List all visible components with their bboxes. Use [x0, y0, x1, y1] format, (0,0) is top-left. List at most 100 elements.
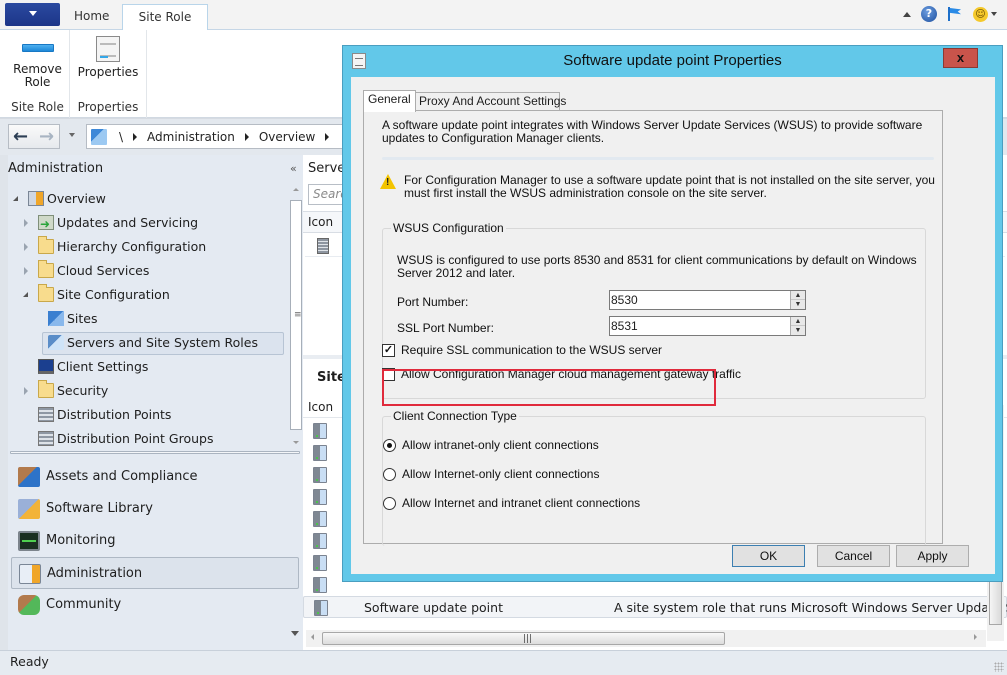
- tree-item-site-configuration[interactable]: Site Configuration: [8, 283, 288, 307]
- chevron-down-icon[interactable]: ▼: [791, 326, 805, 335]
- history-dropdown-icon[interactable]: [69, 133, 75, 137]
- tree-item-cloud-services[interactable]: Cloud Services: [8, 259, 288, 283]
- workspace-monitoring[interactable]: Monitoring: [8, 525, 298, 557]
- arrow-left-icon[interactable]: ←: [13, 127, 28, 147]
- tree-item-label: Hierarchy Configuration: [57, 239, 207, 254]
- tree-item-sites[interactable]: Sites: [8, 307, 288, 331]
- breadcrumb-separator-icon[interactable]: [133, 132, 138, 141]
- tree-item-hierarchy-configuration[interactable]: Hierarchy Configuration: [8, 235, 288, 259]
- breadcrumb-item[interactable]: Overview: [259, 130, 316, 144]
- workspace-community[interactable]: Community: [8, 589, 298, 621]
- tree-item-label: Servers and Site System Roles: [67, 335, 258, 350]
- chevron-down-icon[interactable]: [991, 12, 997, 16]
- tree-item-servers-and-site-system-roles[interactable]: Servers and Site System Roles: [8, 331, 288, 355]
- smiley-feedback-icon[interactable]: ☺: [973, 6, 988, 22]
- cancel-button[interactable]: Cancel: [817, 545, 890, 567]
- scroll-left-icon[interactable]: [311, 634, 314, 640]
- annotation-highlight: [382, 369, 716, 406]
- radio-label[interactable]: Allow Internet and intranet client conne…: [402, 497, 640, 510]
- horizontal-scrollbar[interactable]: |||: [306, 630, 986, 647]
- remove-role-button[interactable]: Remove Role: [6, 34, 69, 89]
- expand-closed-icon[interactable]: [24, 387, 28, 395]
- role-description: A site system role that runs Microsoft W…: [614, 600, 1007, 615]
- tree-scrollbar[interactable]: ≡: [289, 184, 303, 446]
- expand-open-icon[interactable]: [23, 292, 28, 297]
- breadcrumb-separator-icon[interactable]: [325, 132, 330, 141]
- ribbon-group-properties: Properties Properties: [70, 30, 147, 118]
- tree-item-client-settings[interactable]: Client Settings: [8, 355, 288, 379]
- scroll-up-icon[interactable]: [293, 188, 299, 191]
- breadcrumb-item[interactable]: \: [119, 130, 123, 144]
- close-button[interactable]: x: [943, 48, 978, 68]
- expand-open-icon[interactable]: [13, 196, 18, 201]
- require-ssl-label[interactable]: Require SSL communication to the WSUS se…: [401, 344, 662, 357]
- require-ssl-checkbox[interactable]: ✓: [382, 344, 395, 357]
- tree-item-distribution-point-groups[interactable]: Distribution Point Groups: [8, 427, 288, 451]
- overview-icon: [28, 191, 44, 206]
- radio-label[interactable]: Allow Internet-only client connections: [402, 468, 599, 481]
- expand-closed-icon[interactable]: [24, 243, 28, 251]
- chevron-down-icon[interactable]: ▼: [791, 300, 805, 309]
- remove-role-label: Remove Role: [13, 62, 62, 89]
- sites-icon: [48, 311, 64, 326]
- radio-label[interactable]: Allow intranet-only client connections: [402, 439, 599, 452]
- chevron-up-icon[interactable]: ▲: [791, 317, 805, 326]
- apply-button[interactable]: Apply: [896, 545, 969, 567]
- group-legend: WSUS Configuration: [391, 221, 506, 235]
- scroll-down-icon[interactable]: [293, 441, 299, 444]
- ok-button[interactable]: OK: [732, 545, 805, 567]
- workspace-list: Assets and Compliance Software Library M…: [8, 461, 299, 621]
- tree-item-label: Overview: [47, 191, 106, 206]
- radio-internet-only[interactable]: [383, 468, 396, 481]
- feedback-flag-icon[interactable]: [947, 7, 963, 21]
- radio-internet-and-intranet[interactable]: [383, 497, 396, 510]
- tab-general[interactable]: General: [363, 90, 416, 112]
- port-number-value[interactable]: 8530: [611, 293, 638, 307]
- workspace-label: Software Library: [46, 501, 153, 516]
- workspace-label: Administration: [47, 566, 143, 581]
- chevron-up-icon[interactable]: ▲: [791, 291, 805, 300]
- workspace-administration[interactable]: Administration: [11, 557, 299, 589]
- pane-splitter[interactable]: [10, 451, 300, 454]
- workspace-label: Monitoring: [46, 533, 116, 548]
- scroll-thumb[interactable]: ≡: [290, 200, 302, 430]
- workspace-assets-and-compliance[interactable]: Assets and Compliance: [8, 461, 298, 493]
- updates-icon: [38, 212, 54, 236]
- breadcrumb-item[interactable]: Administration: [147, 130, 235, 144]
- list-item-software-update-point[interactable]: Software update point A site system role…: [303, 596, 1007, 618]
- tree-item-updates-and-servicing[interactable]: Updates and Servicing: [8, 211, 288, 236]
- tree-view: Overview Updates and Servicing Hierarchy…: [8, 187, 288, 451]
- servers-icon: [48, 335, 64, 350]
- tree-item-distribution-points[interactable]: Distribution Points: [8, 403, 288, 427]
- tree-item-label: Sites: [67, 311, 98, 326]
- scroll-thumb[interactable]: |||: [322, 632, 725, 645]
- divider: [382, 157, 934, 160]
- properties-button[interactable]: Properties: [70, 34, 146, 79]
- scroll-right-icon[interactable]: [974, 634, 977, 640]
- monitoring-icon: [18, 531, 40, 551]
- app-menu-button[interactable]: [5, 3, 60, 26]
- grip-icon: |||: [523, 634, 533, 644]
- expand-closed-icon[interactable]: [24, 267, 28, 275]
- minimize-ribbon-icon[interactable]: [903, 11, 911, 17]
- tab-home[interactable]: Home: [60, 4, 125, 30]
- tree-item-label: Updates and Servicing: [57, 215, 199, 230]
- expand-closed-icon[interactable]: [24, 219, 28, 227]
- workspace-label: Assets and Compliance: [46, 469, 198, 484]
- arrow-right-icon[interactable]: →: [39, 127, 54, 147]
- help-icon[interactable]: ?: [921, 6, 937, 22]
- radio-intranet-only[interactable]: [383, 439, 396, 452]
- tab-site-role[interactable]: Site Role: [122, 4, 208, 31]
- ssl-port-number-value[interactable]: 8531: [611, 319, 638, 333]
- ssl-port-number-stepper[interactable]: 8531 ▲ ▼: [609, 316, 806, 336]
- breadcrumb-separator-icon[interactable]: [244, 132, 249, 141]
- workspace-software-library[interactable]: Software Library: [8, 493, 298, 525]
- tree-item-security[interactable]: Security: [8, 379, 288, 403]
- resize-grip-icon[interactable]: [994, 662, 1004, 672]
- tab-proxy-and-account-settings[interactable]: Proxy And Account Settings: [414, 92, 566, 111]
- collapse-pane-icon[interactable]: «: [290, 162, 297, 175]
- remove-bar-icon: [21, 44, 54, 52]
- tree-item-overview[interactable]: Overview: [8, 187, 288, 211]
- more-workspaces-icon[interactable]: [291, 631, 299, 636]
- port-number-stepper[interactable]: 8530 ▲ ▼: [609, 290, 806, 310]
